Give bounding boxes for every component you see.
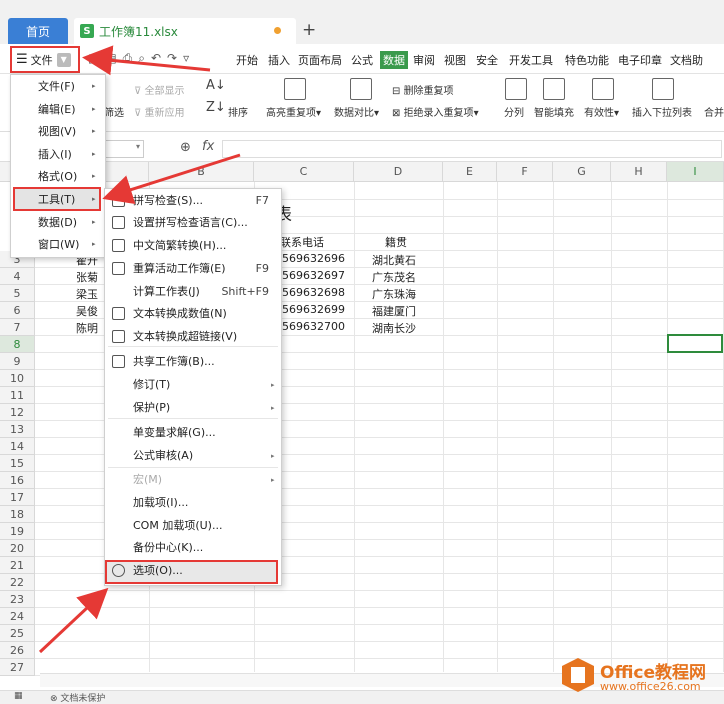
annotation-arrows [38, 45, 241, 654]
office-logo-icon [562, 658, 594, 692]
watermark-url: www.office26.com [600, 680, 701, 693]
